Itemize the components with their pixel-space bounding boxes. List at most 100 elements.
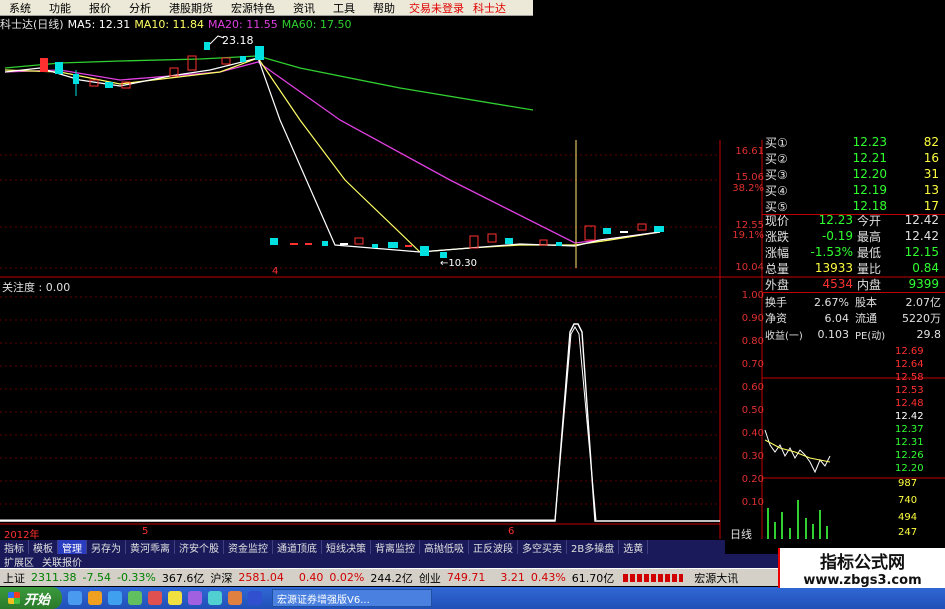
intraday-tick: 12.37 [895,424,924,435]
stat-label: 量比 [857,261,882,276]
menu-system[interactable]: 系统 [0,0,40,16]
indicator-tabs: 指标 模板 管理 另存为 黄河乖离 济安个股 资金监控 通道顶底 短线决策 背离… [0,539,725,555]
intraday-tick: 12.42 [895,411,924,422]
stat-value: 0.103 [817,327,850,341]
indicator-tick: 0.50 [741,405,764,416]
stat-value: 2.07亿 [905,296,942,309]
menu-hongyuan[interactable]: 宏源特色 [222,0,284,16]
bid-price: 12.19 [852,183,887,197]
tab-indicator[interactable]: 指标 [0,539,29,555]
cy-amount: 61.70亿 [571,571,615,585]
app-icon[interactable] [228,591,243,605]
sz-label[interactable]: 沪深 [207,570,235,586]
tab-wave[interactable]: 正反波段 [469,539,518,555]
windows-taskbar: 开始 宏源证券增强版V6... [0,587,945,609]
app-icon[interactable] [148,591,163,605]
stat-value: -0.19 [821,229,853,243]
app-icon[interactable] [128,591,143,605]
tab-fund-monitor[interactable]: 资金监控 [224,539,273,555]
tab-template[interactable]: 模板 [29,539,58,555]
stat-value: 2.67% [814,295,849,309]
bid-price: 12.23 [852,135,887,149]
indicator-tick: 0.90 [741,313,764,324]
start-label: 开始 [24,592,51,608]
ma20-line [4,61,661,244]
fib-tick: 19.1% [732,230,764,241]
stat-label: 涨幅 [765,245,790,260]
sh-label[interactable]: 上证 [0,570,28,586]
period-daily-button[interactable]: 日线 [730,526,752,542]
menu-analysis[interactable]: 分析 [120,0,160,16]
tab-channel[interactable]: 通道顶底 [273,539,322,555]
candles[interactable] [40,42,664,258]
stat-row: 外盘 4534 内盘 9399 [765,276,945,292]
broker-name: 宏源大讯 [694,571,739,585]
taskbar-window-item[interactable]: 宏源证券增强版V6... [272,589,433,607]
volume-tick: 494 [898,512,918,523]
bid-row: 买④ 12.19 13 [765,182,945,198]
stat-label: 流通 [855,312,877,325]
tab-select[interactable]: 选黄 [619,539,649,555]
tab-related-quotes[interactable]: 关联报价 [38,554,86,569]
ie-icon[interactable] [68,591,83,605]
bid-label: 买④ [765,183,788,198]
tab-huanghe[interactable]: 黄河乖离 [126,539,175,555]
folder-icon[interactable] [88,591,103,605]
sh-percent: -0.33% [116,571,156,584]
tab-buy-sell[interactable]: 多空买卖 [518,539,567,555]
menu-hk-futures[interactable]: 港股期货 [160,0,222,16]
app-icon[interactable] [248,591,263,605]
tab-save-as[interactable]: 另存为 [87,539,126,555]
volume-tick: 740 [898,495,918,506]
app-icon[interactable] [208,591,223,605]
tab-divergence[interactable]: 背离监控 [371,539,420,555]
stat-value: 12.42 [904,229,939,243]
bid-volume: 17 [923,199,939,213]
cy-label[interactable]: 创业 [416,570,444,586]
bid-volume: 82 [923,135,939,149]
stat-label: PE(动) [855,330,886,342]
price-tick: 16.61 [735,146,764,157]
stat-row: 收益(一) 0.103 PE(动) 29.8 [765,326,945,342]
app-icon[interactable] [188,591,203,605]
tab-short-decision[interactable]: 短线决策 [322,539,371,555]
tab-extension[interactable]: 扩展区 [0,554,38,569]
app-icon[interactable] [168,591,183,605]
intraday-tick: 12.31 [895,437,924,448]
stat-row: 现价 12.23 今开 12.42 [765,212,945,228]
intraday-tick: 12.20 [895,463,924,474]
menu-quote[interactable]: 报价 [80,0,120,16]
indicator-tick: 0.80 [741,336,764,347]
stat-value: 29.8 [916,327,942,341]
tab-manage[interactable]: 管理 [58,539,87,555]
market-breadth-icon [623,573,684,582]
price-tick: 10.04 [735,262,764,273]
menu-help[interactable]: 帮助 [364,0,404,16]
volume-tick: 987 [898,478,918,489]
tab-jian[interactable]: 济安个股 [175,539,224,555]
intraday-tick: 12.58 [895,372,924,383]
tab-2b[interactable]: 2B多操盘 [567,539,620,555]
bid-row: 买③ 12.20 31 [765,166,945,182]
tab-high-low[interactable]: 高抛低吸 [420,539,469,555]
stat-label: 最高 [857,229,882,244]
indicator-tick: 0.70 [741,359,764,370]
sz-change: 0.40 [298,571,324,584]
fib-tick: 38.2% [732,183,764,194]
menu-function[interactable]: 功能 [40,0,80,16]
menu-tools[interactable]: 工具 [324,0,364,16]
sz-value: 2581.04 [238,571,284,584]
browser-icon[interactable] [108,591,123,605]
stat-label: 总量 [765,261,790,276]
sz-percent: 0.02% [329,571,365,584]
start-button[interactable]: 开始 [0,587,63,609]
timeline-month: 6 [508,526,515,537]
sh-value: 2311.38 [31,571,77,584]
stat-label: 外盘 [765,277,790,292]
ma10-value: MA10: 11.84 [134,17,205,31]
sh-amount: 367.6亿 [161,571,205,585]
menu-news[interactable]: 资讯 [284,0,324,16]
trade-login-status[interactable]: 交易未登录 [404,0,469,16]
volume-tick: 247 [898,527,918,538]
stat-value: 13933 [814,261,853,275]
